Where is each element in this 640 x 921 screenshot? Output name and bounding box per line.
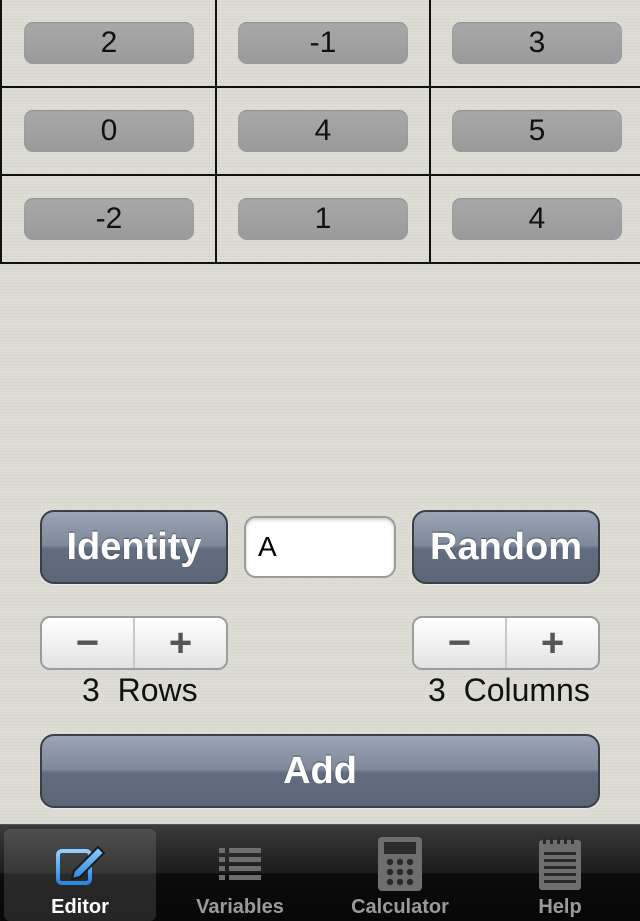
- columns-increment-button[interactable]: +: [505, 618, 598, 668]
- rows-decrement-button[interactable]: −: [42, 618, 133, 668]
- matrix-cell: -2: [2, 176, 217, 264]
- matrix-cell-value[interactable]: 1: [238, 198, 408, 240]
- notepad-icon: [537, 834, 583, 894]
- list-icon: [217, 834, 263, 894]
- matrix-cell: 3: [431, 0, 640, 88]
- add-button[interactable]: Add: [40, 734, 600, 808]
- pencil-edit-icon: [54, 834, 106, 894]
- tab-calculator[interactable]: Calculator: [320, 825, 480, 921]
- matrix-cell: 5: [431, 88, 640, 176]
- tab-editor-label: Editor: [51, 896, 109, 918]
- columns-stepper: − +: [412, 616, 600, 670]
- calculator-icon: [377, 834, 423, 894]
- rows-increment-button[interactable]: +: [133, 618, 226, 668]
- matrix-cell-value[interactable]: 0: [24, 110, 194, 152]
- matrix-name-input[interactable]: [244, 516, 396, 578]
- tab-help[interactable]: Help: [480, 825, 640, 921]
- tab-editor[interactable]: Editor: [0, 825, 160, 921]
- matrix-cell-value[interactable]: 5: [452, 110, 622, 152]
- matrix-cell: 4: [431, 176, 640, 264]
- matrix-cell: 1: [217, 176, 431, 264]
- matrix-cell-value[interactable]: 3: [452, 22, 622, 64]
- columns-decrement-button[interactable]: −: [414, 618, 505, 668]
- matrix-cell: 4: [217, 88, 431, 176]
- columns-unit: Columns: [463, 672, 590, 708]
- matrix-cell: 0: [2, 88, 217, 176]
- matrix-cell: 2: [2, 0, 217, 88]
- matrix-cell-value[interactable]: -2: [24, 198, 194, 240]
- random-button[interactable]: Random: [412, 510, 600, 584]
- matrix-cell: -1: [217, 0, 431, 88]
- tab-variables[interactable]: Variables: [160, 825, 320, 921]
- matrix-cell-value[interactable]: 4: [238, 110, 408, 152]
- rows-stepper: − +: [40, 616, 228, 670]
- columns-count: 3: [428, 672, 446, 708]
- identity-button[interactable]: Identity: [40, 510, 228, 584]
- matrix-grid: 2 -1 3 0 4 5 -2 1 4: [0, 0, 640, 264]
- matrix-cell-value[interactable]: 2: [24, 22, 194, 64]
- tab-variables-label: Variables: [196, 896, 284, 918]
- matrix-cell-value[interactable]: 4: [452, 198, 622, 240]
- rows-unit: Rows: [117, 672, 198, 708]
- columns-label: 3 Columns: [428, 672, 590, 709]
- rows-label: 3 Rows: [82, 672, 198, 709]
- tab-bar: Editor Variables Calculator Help: [0, 824, 640, 921]
- tab-help-label: Help: [538, 896, 582, 918]
- matrix-cell-value[interactable]: -1: [238, 22, 408, 64]
- rows-count: 3: [82, 672, 100, 708]
- tab-calculator-label: Calculator: [351, 896, 449, 918]
